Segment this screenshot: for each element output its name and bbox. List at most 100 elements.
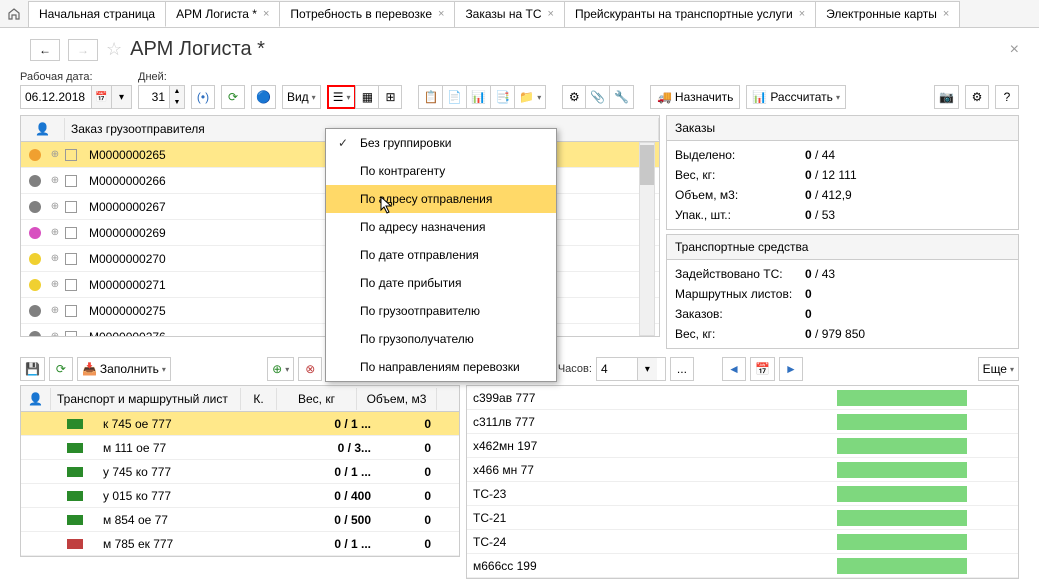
today-icon[interactable]: 📅 <box>750 357 775 381</box>
expand-icon[interactable]: ⊕ <box>49 227 61 238</box>
schedule-row[interactable]: ТС-21 <box>467 506 1018 530</box>
schedule-bar[interactable] <box>837 558 967 574</box>
refresh-icon[interactable]: ⟳ <box>49 357 73 381</box>
group-button[interactable]: ☰▾ <box>327 85 357 109</box>
tab-potrebnost[interactable]: Потребность в перевозке× <box>279 1 455 27</box>
dropdown-item[interactable]: По контрагенту <box>326 157 556 185</box>
checkbox[interactable] <box>65 175 77 187</box>
schedule-bar[interactable] <box>837 462 967 478</box>
days-label: Дней: <box>138 71 185 83</box>
dropdown-item[interactable]: По направлениям перевозки <box>326 353 556 381</box>
checkbox[interactable] <box>65 253 77 265</box>
close-icon[interactable]: × <box>263 8 269 20</box>
close-icon[interactable]: × <box>548 8 554 20</box>
add-icon[interactable]: ⊕▾ <box>267 357 294 381</box>
close-icon[interactable]: × <box>438 8 444 20</box>
route-row[interactable]: м 785 ек 7770 / 1 ...0 <box>21 532 459 556</box>
broadcast-icon[interactable]: (•) <box>191 85 215 109</box>
checkbox[interactable] <box>65 279 77 291</box>
view-button[interactable]: Вид▾ <box>282 85 321 109</box>
tool-icon-7[interactable]: 📎 <box>585 85 610 109</box>
ellipsis-button[interactable]: ... <box>670 357 694 381</box>
schedule-bar[interactable] <box>837 390 967 406</box>
assign-button[interactable]: 🚚 Назначить <box>650 85 740 109</box>
dropdown-item[interactable]: По грузополучателю <box>326 325 556 353</box>
schedule-row[interactable]: ТС-23 <box>467 482 1018 506</box>
hours-input[interactable]: ▾ <box>596 357 666 381</box>
schedule-row[interactable]: м666сс 199 <box>467 554 1018 578</box>
dropdown-item[interactable]: По адресу отправления <box>326 185 556 213</box>
tool-icon-1[interactable]: 📋 <box>418 85 443 109</box>
work-date-input[interactable]: 📅 ▾ <box>20 85 132 109</box>
expand-icon[interactable]: ⊕ <box>49 305 61 316</box>
more-button[interactable]: Еще▾ <box>978 357 1019 381</box>
schedule-bar[interactable] <box>837 414 967 430</box>
list-icon[interactable]: ▦ <box>355 85 379 109</box>
camera-icon[interactable]: 📷 <box>934 85 959 109</box>
vertical-scrollbar[interactable] <box>639 142 655 336</box>
tab-zakazy[interactable]: Заказы на ТС× <box>454 1 565 27</box>
gear-icon[interactable]: ⚙ <box>965 85 989 109</box>
tool-icon-6[interactable]: ⚙ <box>562 85 586 109</box>
expand-icon[interactable]: ⊕ <box>49 149 61 160</box>
expand-icon[interactable]: ⊕ <box>49 279 61 290</box>
fill-button[interactable]: 📥 Заполнить▾ <box>77 357 171 381</box>
route-row[interactable]: м 111 ое 770 / 3...0 <box>21 436 459 460</box>
tab-home[interactable]: Начальная страница <box>28 1 166 27</box>
header-icon[interactable]: 👤 <box>21 118 65 140</box>
dropdown-item[interactable]: По грузоотправителю <box>326 297 556 325</box>
tree-icon[interactable]: ⊞ <box>378 85 402 109</box>
schedule-row[interactable]: с399ав 777 <box>467 386 1018 410</box>
expand-icon[interactable]: ⊕ <box>49 253 61 264</box>
schedule-row[interactable]: с311лв 777 <box>467 410 1018 434</box>
dropdown-item[interactable]: По дате отправления <box>326 241 556 269</box>
dropdown-item[interactable]: Без группировки <box>326 129 556 157</box>
tool-icon-2[interactable]: 📄 <box>442 85 467 109</box>
checkbox[interactable] <box>65 201 77 213</box>
checkbox[interactable] <box>65 149 77 161</box>
tab-arm-logista[interactable]: АРМ Логиста *× <box>165 1 280 27</box>
prev-icon[interactable]: ◄ <box>722 357 746 381</box>
close-icon[interactable]: × <box>799 8 805 20</box>
calculate-button[interactable]: 📊 Рассчитать▾ <box>746 85 846 109</box>
expand-icon[interactable]: ⊕ <box>49 201 61 212</box>
schedule-bar[interactable] <box>837 486 967 502</box>
schedule-row[interactable]: ТС-24 <box>467 530 1018 554</box>
schedule-bar[interactable] <box>837 510 967 526</box>
close-icon[interactable]: × <box>943 8 949 20</box>
schedule-bar[interactable] <box>837 438 967 454</box>
route-row[interactable]: м 854 ое 770 / 5000 <box>21 508 459 532</box>
next-icon[interactable]: ► <box>779 357 803 381</box>
route-row[interactable]: к 745 ое 7770 / 1 ...0 <box>21 412 459 436</box>
route-row[interactable]: у 745 ко 7770 / 1 ...0 <box>21 460 459 484</box>
favorite-icon[interactable]: ☆ <box>106 39 122 60</box>
checkbox[interactable] <box>65 331 77 338</box>
tab-prices[interactable]: Прейскуранты на транспортные услуги× <box>564 1 816 27</box>
back-button[interactable]: ← <box>30 39 60 61</box>
checkbox[interactable] <box>65 305 77 317</box>
help-icon[interactable]: ? <box>995 85 1019 109</box>
dropdown-icon[interactable]: ▾ <box>111 86 131 108</box>
days-spinner[interactable]: ▲▼ <box>138 85 185 109</box>
globe-icon[interactable]: 🔵 <box>251 85 276 109</box>
tool-icon-4[interactable]: 📑 <box>490 85 515 109</box>
calendar-icon[interactable]: 📅 <box>91 86 111 108</box>
tool-icon-3[interactable]: 📊 <box>466 85 491 109</box>
route-row[interactable]: у 015 ко 7770 / 4000 <box>21 484 459 508</box>
checkbox[interactable] <box>65 227 77 239</box>
tool-icon-5[interactable]: 📁▾ <box>514 85 546 109</box>
schedule-row[interactable]: х462мн 197 <box>467 434 1018 458</box>
tool-icon-8[interactable]: 🔧 <box>609 85 634 109</box>
close-page-icon[interactable]: × <box>1010 41 1019 59</box>
dropdown-item[interactable]: По дате прибытия <box>326 269 556 297</box>
delete-icon[interactable]: ⊗ <box>298 357 322 381</box>
schedule-bar[interactable] <box>837 534 967 550</box>
refresh-icon[interactable]: ⟳ <box>221 85 245 109</box>
home-icon[interactable] <box>4 4 24 24</box>
schedule-row[interactable]: х466 мн 77 <box>467 458 1018 482</box>
expand-icon[interactable]: ⊕ <box>49 331 61 337</box>
tab-maps[interactable]: Электронные карты× <box>815 1 960 27</box>
save-icon[interactable]: 💾 <box>20 357 45 381</box>
dropdown-item[interactable]: По адресу назначения <box>326 213 556 241</box>
expand-icon[interactable]: ⊕ <box>49 175 61 186</box>
